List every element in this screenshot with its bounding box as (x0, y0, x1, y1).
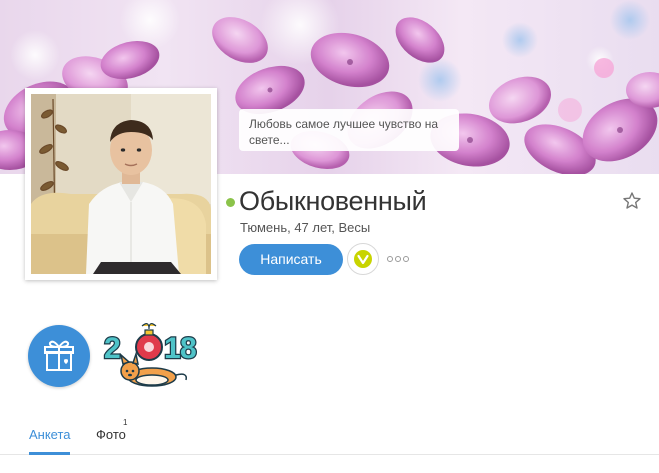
name-row: Обыкновенный (226, 186, 427, 217)
tab-photo[interactable]: Фото (96, 427, 126, 442)
photo-count: 1 (123, 418, 128, 427)
status-bubble: Любовь самое лучшее чувство на свете... (239, 109, 459, 151)
active-tab-indicator (29, 452, 70, 455)
profile-name: Обыкновенный (239, 186, 427, 216)
new-year-2018-badge[interactable]: 2 1 8 (102, 320, 206, 392)
more-dots-icon[interactable] (387, 256, 409, 262)
write-message-button[interactable]: Написать (239, 244, 343, 275)
profile-page: Любовь самое лучшее чувство на свете... (0, 0, 659, 473)
profile-photo (31, 94, 211, 274)
tab-anketa[interactable]: Анкета (29, 427, 71, 442)
dot (403, 256, 409, 262)
new-year-2018-image: 2 1 8 (103, 323, 198, 387)
online-indicator (226, 198, 235, 207)
gift-icon (44, 340, 74, 371)
vip-check-icon (354, 250, 372, 268)
vip-badge[interactable] (347, 243, 379, 275)
star-icon[interactable] (622, 191, 642, 211)
profile-info: Тюмень, 47 лет, Весы (240, 220, 371, 235)
dot (387, 256, 393, 262)
dot (395, 256, 401, 262)
gift-button[interactable] (28, 325, 90, 387)
svg-text:2: 2 (104, 332, 121, 365)
avatar[interactable] (31, 94, 211, 274)
avatar-frame[interactable] (25, 88, 217, 280)
profile-tabs: Анкета Фото (0, 415, 659, 455)
svg-text:8: 8 (180, 332, 197, 365)
svg-text:1: 1 (164, 332, 181, 365)
status-text: Любовь самое лучшее чувство на свете... (249, 117, 439, 147)
